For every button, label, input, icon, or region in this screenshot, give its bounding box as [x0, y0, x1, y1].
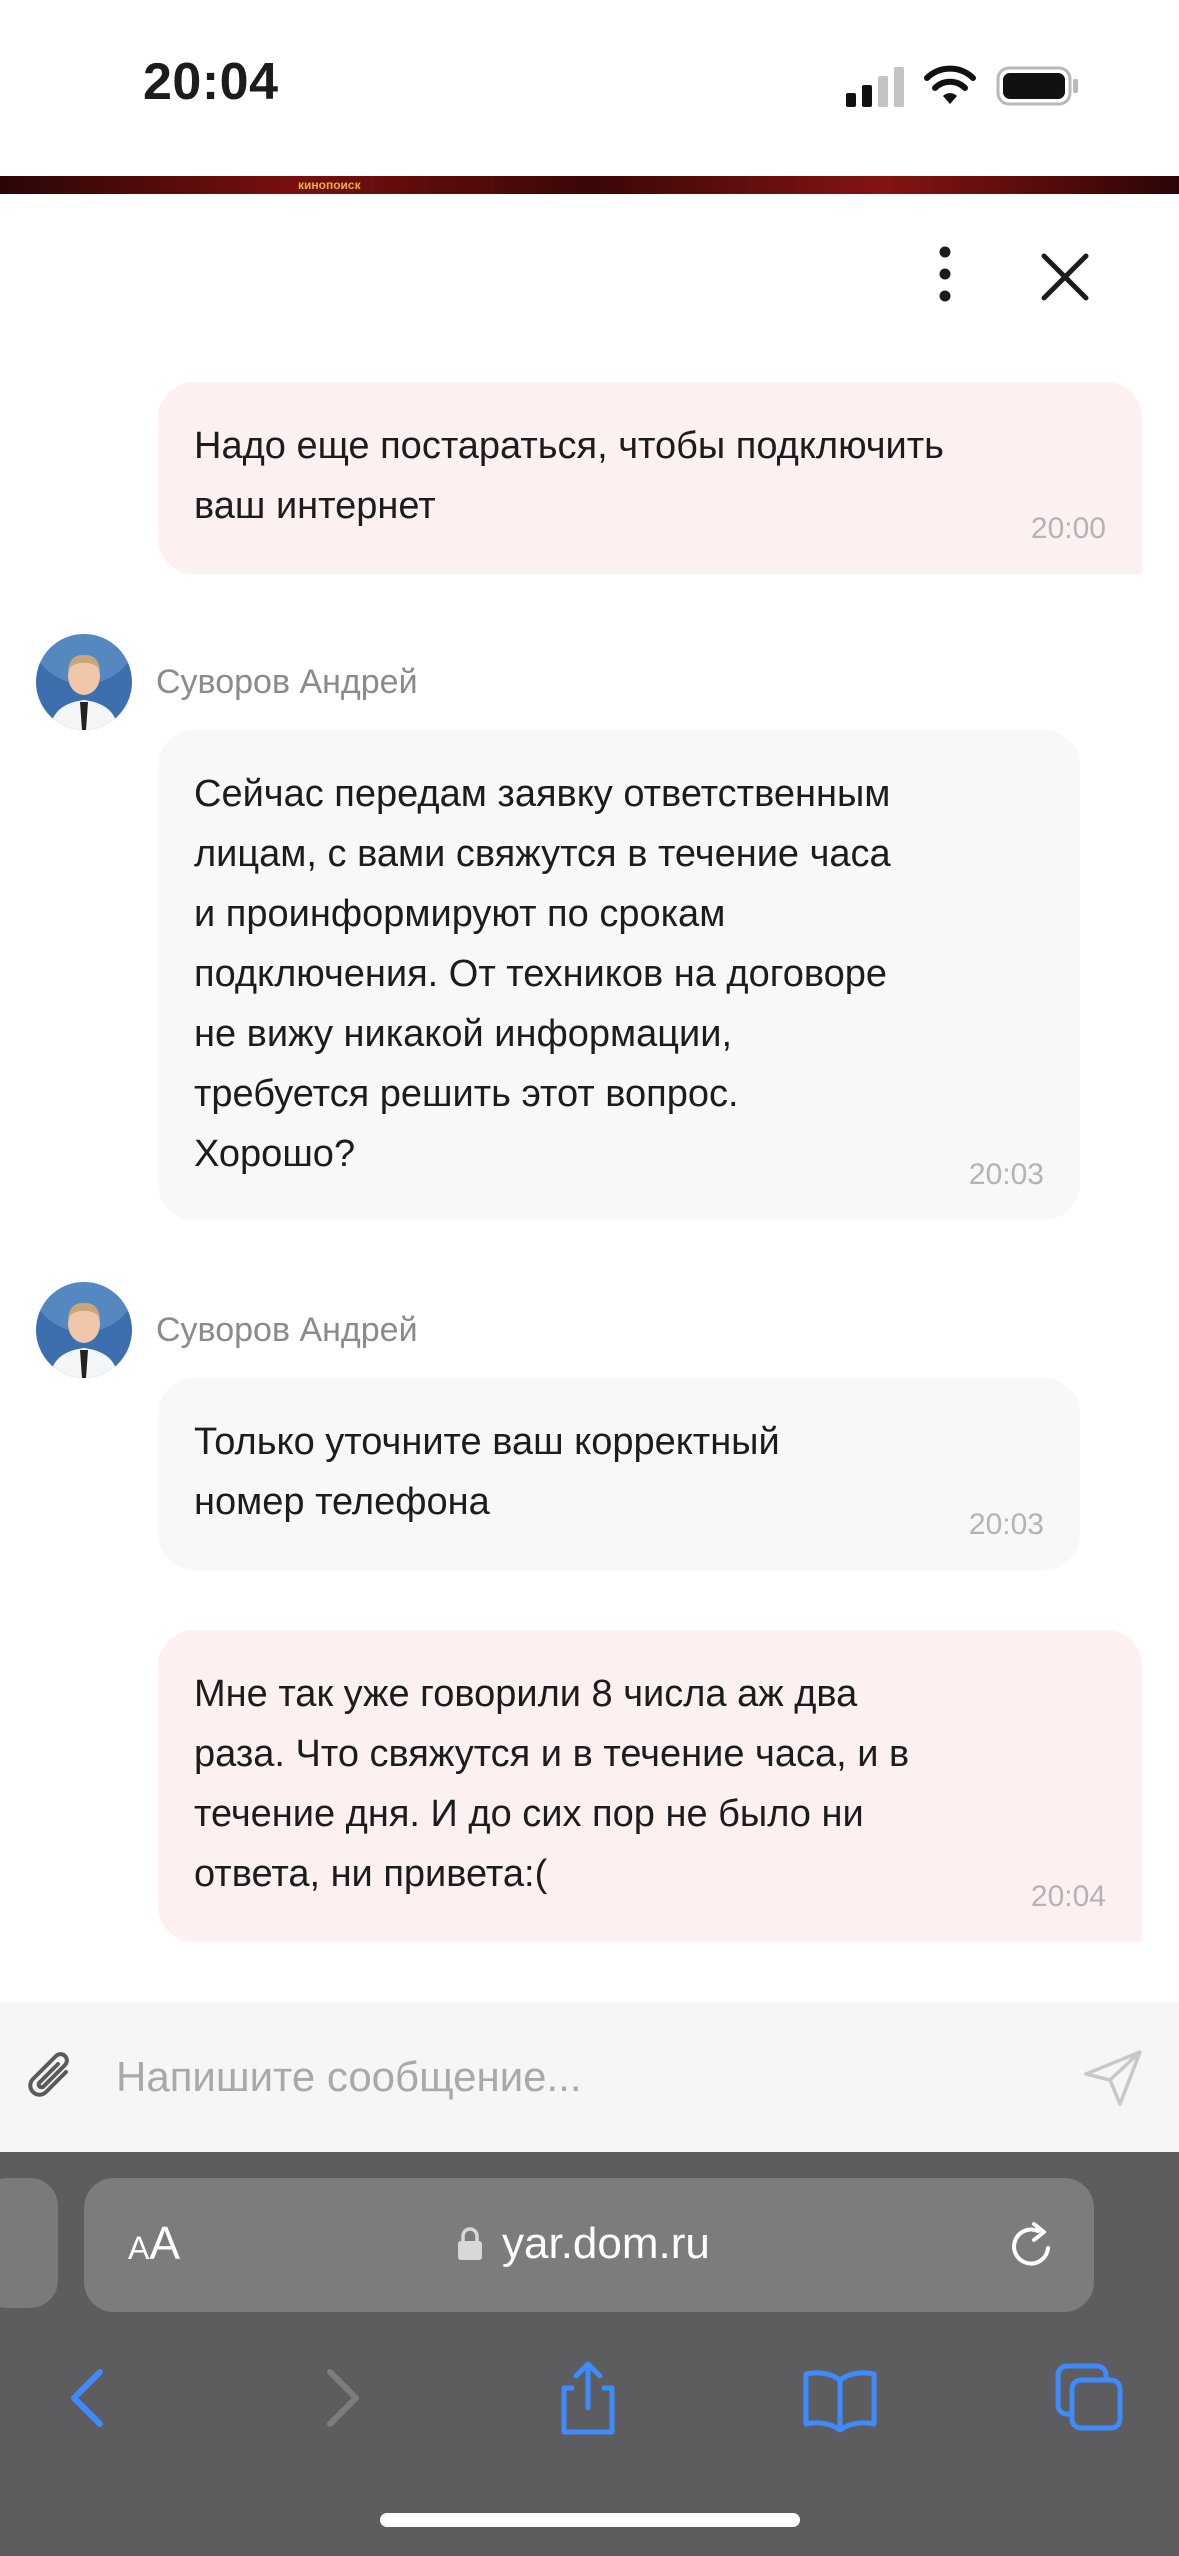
share-button[interactable] — [548, 2358, 628, 2438]
lock-icon — [458, 2227, 482, 2260]
agent-avatar — [36, 1282, 132, 1378]
previous-tab-preview[interactable] — [0, 2178, 58, 2308]
chat-header — [0, 194, 1179, 364]
battery-icon — [996, 66, 1078, 106]
background-banner: кинопоиск — [0, 176, 1179, 194]
chevron-left-icon — [71, 2369, 103, 2427]
sender-name: Суворов Андрей — [156, 1311, 418, 1349]
paperclip-icon — [28, 2052, 69, 2097]
message-time: 20:04 — [1030, 1880, 1106, 1913]
message-input[interactable] — [116, 2042, 1016, 2112]
sender-name: Суворов Андрей — [156, 663, 418, 701]
message-text: Сейчас передам заявку ответственным лица… — [194, 773, 891, 1175]
message-time: 20:03 — [968, 1508, 1044, 1541]
message-text: Надо еще постараться, чтобы подключить в… — [194, 425, 944, 527]
message-text: Мне так уже говорили 8 числа аж два раза… — [194, 1673, 910, 1895]
reload-button[interactable] — [1004, 2218, 1060, 2274]
text-size-big-glyph: A — [149, 2217, 181, 2269]
banner-logo-text: кинопоиск — [298, 178, 361, 192]
tabs-icon — [1055, 2363, 1123, 2431]
status-bar: 20:04 — [0, 0, 1179, 176]
attach-button[interactable] — [22, 2046, 82, 2108]
text-size-button[interactable]: AA — [128, 2216, 180, 2272]
wifi-icon — [924, 65, 976, 104]
send-button[interactable] — [1080, 2046, 1146, 2108]
reload-icon — [1012, 2222, 1050, 2266]
cellular-signal-icon — [846, 67, 904, 107]
message-incoming: Только уточните ваш корректный номер тел… — [158, 1378, 1080, 1570]
message-time: 20:03 — [968, 1158, 1044, 1191]
tabs-button[interactable] — [1050, 2358, 1130, 2438]
chevron-right-icon — [327, 2369, 359, 2427]
agent-avatar-photo — [36, 634, 132, 730]
status-time: 20:04 — [143, 53, 279, 111]
share-icon — [561, 2361, 615, 2435]
message-outgoing: Надо еще постараться, чтобы подключить в… — [158, 382, 1142, 574]
more-vertical-icon — [939, 246, 951, 302]
bookmarks-button[interactable] — [800, 2358, 880, 2438]
message-incoming: Сейчас передам заявку ответственным лица… — [158, 730, 1080, 1220]
back-button[interactable] — [48, 2358, 128, 2438]
agent-avatar-photo — [36, 1282, 132, 1378]
url-text: yar.dom.ru — [502, 2219, 710, 2268]
home-indicator — [380, 2513, 800, 2527]
more-options-button[interactable] — [920, 244, 970, 304]
message-outgoing: Мне так уже говорили 8 числа аж два раза… — [158, 1630, 1142, 1942]
browser-toolbar: AA yar.dom.ru — [0, 2152, 1179, 2556]
forward-button[interactable] — [300, 2358, 380, 2438]
message-time: 20:00 — [1030, 512, 1106, 545]
close-button[interactable] — [1032, 244, 1098, 310]
text-size-small-glyph: A — [128, 2230, 150, 2266]
close-icon — [1041, 253, 1089, 301]
address-bar[interactable]: AA yar.dom.ru — [84, 2178, 1094, 2312]
message-composer — [0, 2002, 1179, 2152]
message-text: Только уточните ваш корректный номер тел… — [194, 1421, 780, 1523]
send-icon — [1084, 2050, 1142, 2106]
agent-avatar — [36, 634, 132, 730]
book-icon — [803, 2370, 877, 2433]
